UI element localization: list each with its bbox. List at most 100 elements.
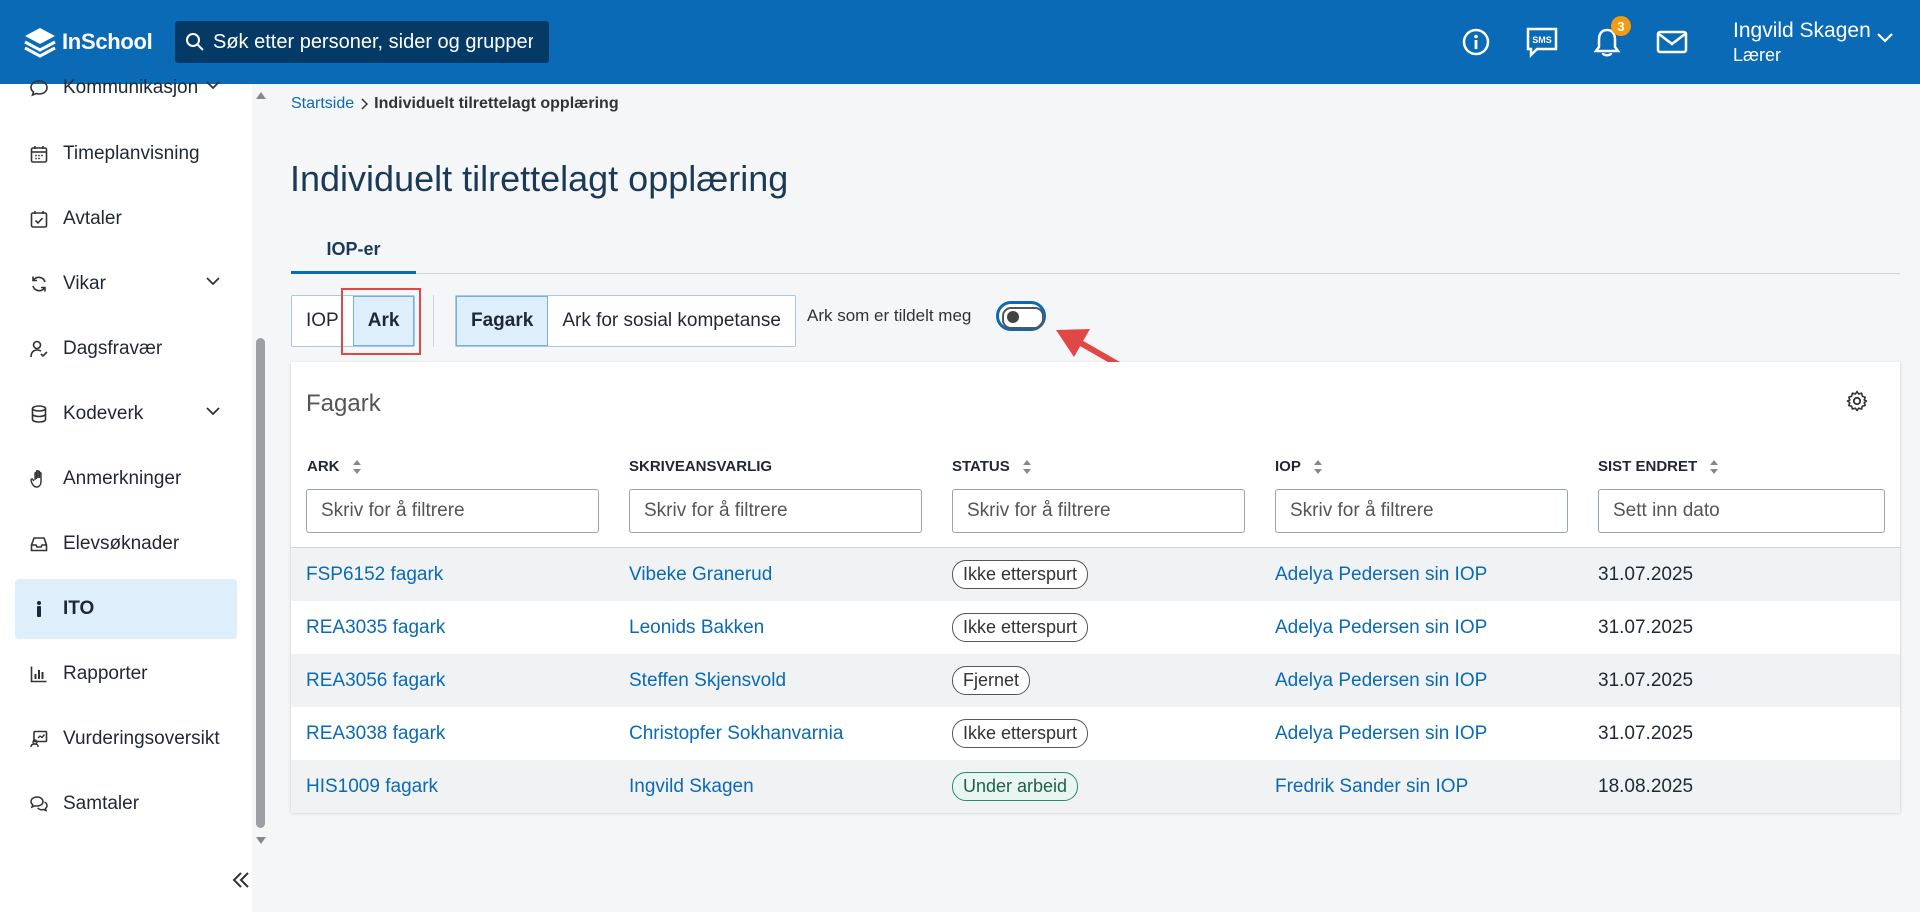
iop-link[interactable]: Adelya Pedersen sin IOP xyxy=(1275,601,1487,654)
iop-link[interactable]: Adelya Pedersen sin IOP xyxy=(1275,548,1487,601)
sidebar-item-avtaler[interactable]: Avtaler xyxy=(15,189,237,249)
last-modified-date: 31.07.2025 xyxy=(1598,722,1694,744)
sidebar-item-label: Timeplanvisning xyxy=(63,143,200,164)
skriveansvarlig-link[interactable]: Vibeke Granerud xyxy=(629,548,772,601)
table-row: REA3035 fagark Leonids Bakken Ikke etter… xyxy=(291,601,1900,654)
skriveansvarlig-link[interactable]: Leonids Bakken xyxy=(629,601,764,654)
tab-iop-er[interactable]: IOP-er xyxy=(291,228,416,274)
gear-icon[interactable] xyxy=(1846,390,1868,412)
filter-date-input[interactable] xyxy=(1598,489,1885,533)
iop-link[interactable]: Fredrik Sander sin IOP xyxy=(1275,760,1468,813)
mail-icon xyxy=(1656,30,1688,54)
hand-icon xyxy=(29,469,49,489)
column-header-label: STATUS xyxy=(952,458,1010,475)
segment-fagark[interactable]: Fagark xyxy=(456,296,549,346)
column-header-iop[interactable]: IOP xyxy=(1275,458,1323,475)
ark-link[interactable]: REA3035 fagark xyxy=(306,601,445,654)
sidebar-item-label: Anmerkninger xyxy=(63,468,182,489)
skriveansvarlig-link[interactable]: Steffen Skjensvold xyxy=(629,654,786,707)
iop-link[interactable]: Adelya Pedersen sin IOP xyxy=(1275,707,1487,760)
sidebar-item-vurderingsoversikt[interactable]: Vurderingsoversikt xyxy=(15,709,237,769)
skriveansvarlig-link[interactable]: Christopfer Sokhanvarnia xyxy=(629,707,843,760)
calendar-check-icon xyxy=(29,209,49,229)
sidebar-item-label: Rapporter xyxy=(63,663,148,684)
status-badge: Under arbeid xyxy=(952,772,1079,801)
table-row: REA3038 fagark Christopfer Sokhanvarnia … xyxy=(291,707,1900,760)
bar-chart-icon xyxy=(29,664,49,684)
filter-iop-input[interactable] xyxy=(1275,489,1568,533)
assigned-to-me-toggle[interactable] xyxy=(996,301,1046,331)
search-icon xyxy=(186,33,204,51)
fagark-card: Fagark ARK SKRIVEANSVARLIG STATUS IOP SI… xyxy=(291,362,1900,813)
sidebar-item-rapporter[interactable]: Rapporter xyxy=(15,644,237,704)
sidebar-item-kodeverk[interactable]: Kodeverk xyxy=(15,384,237,444)
sidebar-item-elevsoknader[interactable]: Elevsøknader xyxy=(15,514,237,574)
scrollbar-thumb[interactable] xyxy=(256,338,265,828)
sort-icon[interactable] xyxy=(1022,459,1032,475)
notifications-button[interactable]: 3 xyxy=(1589,16,1631,60)
sort-icon[interactable] xyxy=(1313,459,1323,475)
sidebar-item-label: Vikar xyxy=(63,273,106,294)
sort-icon[interactable] xyxy=(352,459,362,475)
status-badge: Ikke etterspurt xyxy=(952,719,1089,748)
column-header-skriveansvarlig: SKRIVEANSVARLIG xyxy=(629,458,772,475)
column-header-status[interactable]: STATUS xyxy=(952,458,1032,475)
sidebar-item-vikar[interactable]: Vikar xyxy=(15,254,237,314)
chevron-right-icon xyxy=(361,98,369,110)
sidebar-item-anmerkninger[interactable]: Anmerkninger xyxy=(15,449,237,509)
skriveansvarlig-link[interactable]: Ingvild Skagen xyxy=(629,760,754,813)
inschool-logo[interactable]: InSchool xyxy=(22,24,153,60)
conversation-icon xyxy=(29,794,49,814)
sidebar-item-samtaler[interactable]: Samtaler xyxy=(15,774,237,834)
breadcrumb-current: Individuelt tilrettelagt opplæring xyxy=(374,95,619,112)
chevron-down-icon[interactable] xyxy=(1876,32,1894,44)
collapse-sidebar-icon[interactable] xyxy=(230,870,252,890)
user-role: Lærer xyxy=(1733,45,1782,65)
ark-link[interactable]: FSP6152 fagark xyxy=(306,548,443,601)
sidebar-item-kommunikasjon[interactable]: Kommunikasjon xyxy=(15,58,237,118)
iop-link[interactable]: Adelya Pedersen sin IOP xyxy=(1275,654,1487,707)
table-row: REA3056 fagark Steffen Skjensvold Fjerne… xyxy=(291,654,1900,707)
scroll-down-icon[interactable] xyxy=(255,836,267,846)
global-search[interactable] xyxy=(175,21,549,63)
sidebar-item-dagsfravaer[interactable]: Dagsfravær xyxy=(15,319,237,379)
annotation-highlight-box xyxy=(341,288,421,355)
sidebar-item-label: Kommunikasjon xyxy=(63,77,199,98)
ark-link[interactable]: REA3056 fagark xyxy=(306,654,445,707)
last-modified-date: 18.08.2025 xyxy=(1598,775,1694,797)
column-header-sist-endret[interactable]: SIST ENDRET xyxy=(1598,458,1719,475)
filter-ark-input[interactable] xyxy=(306,489,599,533)
search-input[interactable] xyxy=(213,30,533,54)
breadcrumb-home-link[interactable]: Startside xyxy=(291,95,354,113)
user-check-icon xyxy=(29,339,49,359)
filter-status-input[interactable] xyxy=(952,489,1245,533)
scroll-up-icon[interactable] xyxy=(255,90,267,100)
column-header-label: SIST ENDRET xyxy=(1598,458,1698,475)
last-modified-date: 31.07.2025 xyxy=(1598,563,1694,585)
logo-icon xyxy=(24,28,56,58)
inbox-icon xyxy=(29,534,49,554)
sheet-type-switch: Fagark Ark for sosial kompetanse xyxy=(455,295,796,347)
sidebar-item-timeplanvisning[interactable]: Timeplanvisning xyxy=(15,124,237,184)
sidebar-item-ito[interactable]: ITO xyxy=(15,579,237,639)
sidebar-item-label: Vurderingsoversikt xyxy=(63,728,220,749)
user-menu[interactable]: Ingvild Skagen Lærer xyxy=(1733,18,1871,67)
ark-link[interactable]: REA3038 fagark xyxy=(306,707,445,760)
status-badge: Ikke etterspurt xyxy=(952,560,1089,589)
column-header-ark[interactable]: ARK xyxy=(307,458,362,475)
info-icon xyxy=(1462,28,1490,56)
column-header-label: ARK xyxy=(307,458,340,475)
sms-button[interactable]: SMS xyxy=(1524,24,1560,60)
messages-button[interactable] xyxy=(1654,24,1690,60)
sidebar-item-label: ITO xyxy=(63,598,95,619)
table-row: HIS1009 fagark Ingvild Skagen Under arbe… xyxy=(291,760,1900,813)
chat-icon xyxy=(29,78,49,98)
sidebar-item-label: Elevsøknader xyxy=(63,533,180,554)
ark-link[interactable]: HIS1009 fagark xyxy=(306,760,438,813)
assessment-icon xyxy=(29,729,49,749)
refresh-icon xyxy=(29,274,49,294)
sort-icon[interactable] xyxy=(1709,459,1719,475)
segment-sosial-kompetanse[interactable]: Ark for sosial kompetanse xyxy=(548,296,795,346)
info-button[interactable] xyxy=(1458,24,1494,60)
filter-skriveansvarlig-input[interactable] xyxy=(629,489,922,533)
